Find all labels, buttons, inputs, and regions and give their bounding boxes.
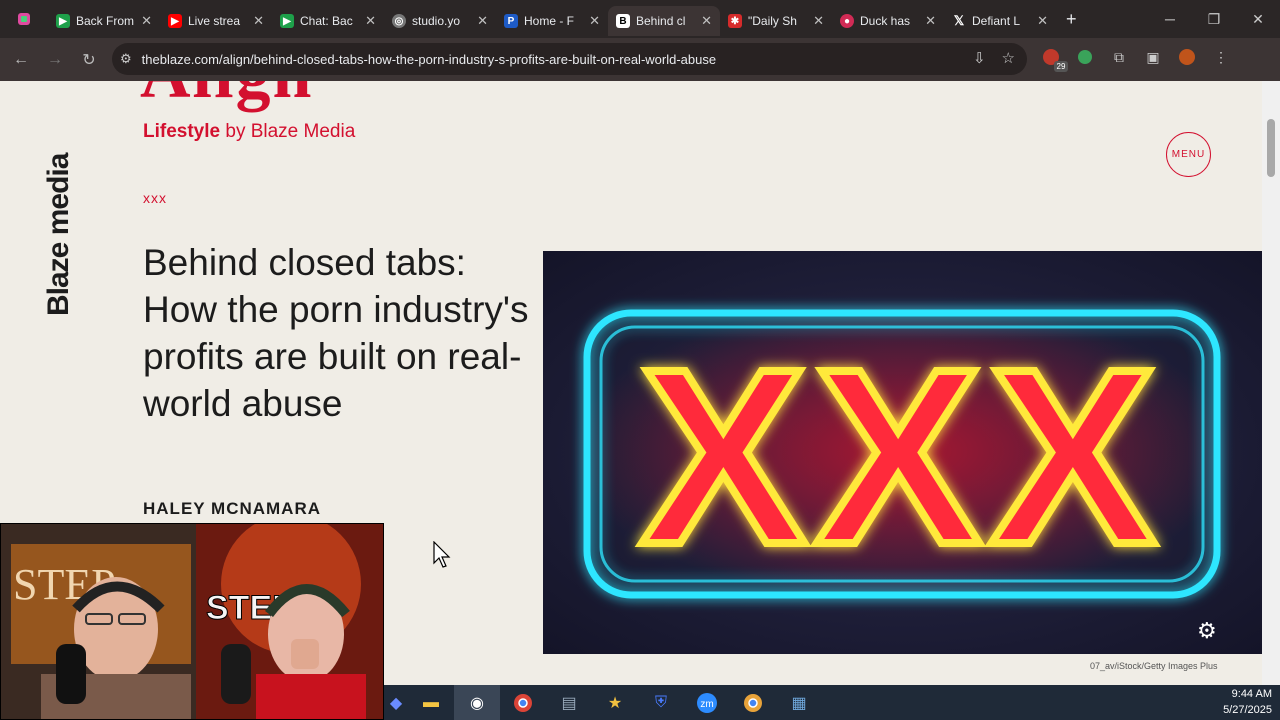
extensions-area: 29 ⧉ ▣ ⋮: [1040, 46, 1232, 72]
windows-taskbar: ◆ ▬ ◉ ▤ ★ ⛨ zm ▦ 9:44 AM 5/27/2025: [384, 685, 1280, 720]
play-icon: ▶: [280, 14, 294, 28]
more-menu-icon[interactable]: ⋮: [1210, 46, 1232, 68]
article-author[interactable]: HALEY MCNAMARA: [143, 499, 321, 519]
url-text[interactable]: theblaze.com/align/behind-closed-tabs-ho…: [142, 52, 716, 67]
tab-title: Behind cl: [636, 14, 686, 28]
tab-title: Chat: Bac: [300, 14, 353, 28]
tab-chat[interactable]: ▶ Chat: Bac ✕: [272, 6, 384, 36]
category-byline: by Blaze Media: [220, 121, 356, 142]
notepad-icon[interactable]: ▤: [546, 685, 592, 720]
close-icon[interactable]: ✕: [477, 13, 488, 29]
close-icon[interactable]: ✕: [253, 13, 264, 29]
file-explorer-icon[interactable]: ▬: [408, 685, 454, 720]
article-headline: Behind closed tabs: How the porn industr…: [143, 242, 529, 424]
tab-strip: ▶ Back From ✕ ▶ Live strea ✕ ▶ Chat: Bac…: [0, 0, 1280, 38]
back-icon[interactable]: ←: [4, 43, 38, 77]
menu-button[interactable]: MENU: [1166, 132, 1211, 177]
play-icon: ▶: [56, 14, 70, 28]
neon-xxx-sign: XXX: [573, 301, 1233, 601]
tab-title: "Daily Sh: [748, 14, 797, 28]
close-icon[interactable]: ✕: [701, 13, 712, 29]
tab-search-icon[interactable]: [0, 0, 48, 38]
blaze-icon: B: [616, 14, 630, 28]
close-icon[interactable]: ✕: [589, 13, 600, 29]
webcam-overlay: STEP STEP: [0, 523, 384, 720]
reload-icon[interactable]: ↻: [72, 43, 106, 77]
chrome-icon[interactable]: [500, 685, 546, 720]
new-tab-button[interactable]: +: [1066, 9, 1077, 30]
site-logo[interactable]: Align: [140, 81, 313, 115]
category-label[interactable]: Lifestyle by Blaze Media: [143, 121, 355, 143]
star-app-icon[interactable]: ★: [592, 685, 638, 720]
forward-icon[interactable]: →: [38, 43, 72, 77]
tab-defiant-l[interactable]: 𝕏 Defiant L ✕: [944, 6, 1056, 36]
mouse-cursor-icon: [433, 541, 451, 568]
tab-title: Live strea: [188, 14, 241, 28]
youtube-icon: ▶: [168, 14, 182, 28]
chrome-alt-icon[interactable]: [730, 685, 776, 720]
extension-badge-icon[interactable]: 29: [1040, 46, 1068, 72]
x-icon: 𝕏: [953, 13, 965, 28]
close-icon[interactable]: ✕: [141, 13, 152, 29]
profile-avatar-icon[interactable]: [1176, 46, 1198, 68]
restore-icon[interactable]: ❐: [1192, 0, 1236, 38]
zoom-icon[interactable]: zm: [684, 685, 730, 720]
browser-toolbar: ← → ↻ ⚙ theblaze.com/align/behind-closed…: [0, 38, 1280, 81]
clock-date: 5/27/2025: [1223, 704, 1272, 716]
tab-duck-has[interactable]: ● Duck has ✕: [832, 6, 944, 36]
article-tag[interactable]: xxx: [143, 190, 167, 206]
extension-green-icon[interactable]: [1074, 46, 1096, 68]
minimize-icon[interactable]: ─: [1148, 0, 1192, 38]
tab-studio[interactable]: ◎ studio.yo ✕: [384, 6, 496, 36]
tab-behind-closed-tabs[interactable]: B Behind cl ✕: [608, 6, 720, 36]
close-icon[interactable]: ✕: [1037, 13, 1048, 29]
security-app-icon[interactable]: ⛨: [638, 685, 684, 720]
duck-icon: ●: [840, 14, 854, 28]
tab-back-from[interactable]: ▶ Back From ✕: [48, 6, 160, 36]
tab-live-stream[interactable]: ▶ Live strea ✕: [160, 6, 272, 36]
globe-icon: ◎: [392, 14, 406, 28]
close-icon[interactable]: ✕: [813, 13, 824, 29]
copilot-icon[interactable]: ◆: [384, 685, 408, 720]
blaze-media-logo[interactable]: Blaze media: [20, 131, 90, 331]
neon-text: XXX: [640, 317, 1164, 596]
close-window-icon[interactable]: ✕: [1236, 0, 1280, 38]
install-app-icon[interactable]: ⇩: [973, 49, 986, 67]
close-icon[interactable]: ✕: [925, 13, 936, 29]
scrollbar-thumb[interactable]: [1267, 119, 1275, 177]
side-panel-icon[interactable]: ▣: [1142, 46, 1164, 68]
image-credit: 07_av/iStock/Getty Images Plus: [1090, 661, 1218, 671]
tab-title: studio.yo: [412, 14, 461, 28]
svg-text:zm: zm: [700, 699, 713, 710]
brand-text: Blaze media: [42, 152, 75, 316]
document-app-icon[interactable]: ▦: [776, 685, 822, 720]
obs-icon[interactable]: ◉: [454, 685, 500, 720]
page-scrollbar[interactable]: [1262, 81, 1280, 685]
flag-icon: ✱: [728, 14, 742, 28]
window-controls: ─ ❐ ✕: [1148, 0, 1280, 38]
system-clock[interactable]: 9:44 AM 5/27/2025: [1223, 686, 1272, 718]
extension-badge-count: 29: [1054, 61, 1068, 72]
hero-image: XXX: [543, 251, 1262, 654]
puzzle-icon[interactable]: ⧉: [1108, 46, 1130, 68]
category-name[interactable]: Lifestyle: [143, 121, 220, 142]
clock-time: 9:44 AM: [1231, 688, 1272, 700]
settings-gear-icon[interactable]: ⚙: [1197, 618, 1217, 644]
tab-title: Home - F: [524, 14, 575, 28]
tab-daily-show[interactable]: ✱ "Daily Sh ✕: [720, 6, 832, 36]
address-bar[interactable]: ⚙ theblaze.com/align/behind-closed-tabs-…: [112, 43, 1027, 75]
tab-title: Back From: [76, 14, 135, 28]
bookmark-star-icon[interactable]: ☆: [1002, 49, 1015, 67]
close-icon[interactable]: ✕: [365, 13, 376, 29]
tab-home-paypal[interactable]: P Home - F ✕: [496, 6, 608, 36]
paypal-icon: P: [504, 14, 518, 28]
tab-title: Defiant L: [972, 14, 1021, 28]
tab-title: Duck has: [860, 14, 911, 28]
site-info-icon[interactable]: ⚙: [120, 51, 132, 67]
webcam-video: STEP STEP: [1, 524, 383, 719]
